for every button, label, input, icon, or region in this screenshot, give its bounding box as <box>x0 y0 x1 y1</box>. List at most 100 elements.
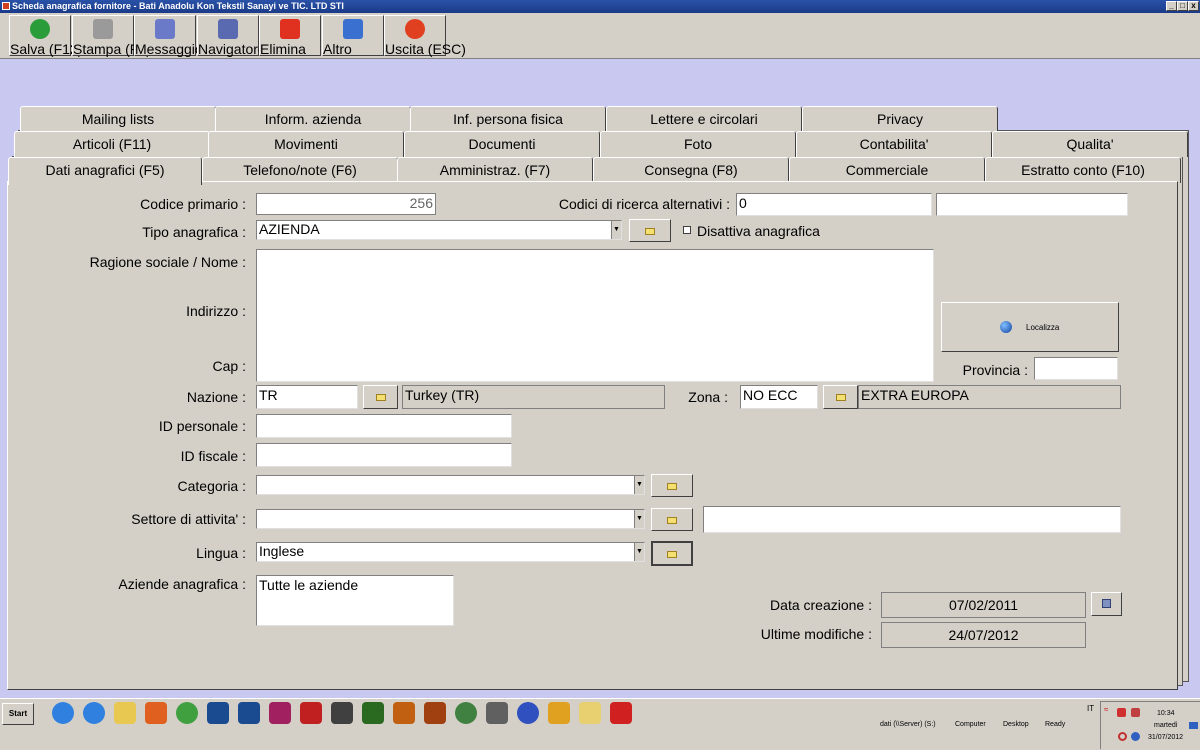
nazione-name-field: Turkey (TR) <box>402 385 665 409</box>
nazione-lookup-button[interactable] <box>363 385 398 409</box>
photo-icon[interactable] <box>486 702 508 724</box>
tab-lettere-e-circolari[interactable]: Lettere e circolari <box>606 106 802 132</box>
provincia-field[interactable] <box>1034 357 1118 380</box>
taskbar-toolbar-2[interactable]: Desktop <box>1003 721 1029 728</box>
bridge-icon[interactable] <box>424 702 446 724</box>
data-creazione-label: Data creazione : <box>770 597 872 613</box>
tab-foto[interactable]: Foto <box>600 131 796 157</box>
tab-contabilita[interactable]: Contabilita' <box>796 131 992 157</box>
tab-amministraz-f7[interactable]: Amministraz. (F7) <box>397 157 593 183</box>
codice-primario-field[interactable]: 256 <box>256 193 436 215</box>
messaggio-button[interactable]: Messaggio <box>134 15 203 57</box>
folder-icon[interactable] <box>114 702 136 724</box>
navigatore-button[interactable]: Navigatore <box>197 15 266 57</box>
taskbar-toolbar-1[interactable]: Computer <box>955 721 986 728</box>
chrome-icon[interactable] <box>176 702 198 724</box>
maximize-button[interactable]: □ <box>1177 1 1188 11</box>
app-icon <box>2 2 10 10</box>
camera-icon[interactable] <box>331 702 353 724</box>
tab-estratto-conto-f10[interactable]: Estratto conto (F10) <box>985 157 1181 183</box>
chevron-down-icon[interactable]: ▼ <box>611 221 621 239</box>
emoji-icon[interactable] <box>548 702 570 724</box>
tab-telefono-note-f6[interactable]: Telefono/note (F6) <box>202 157 398 183</box>
indesign-icon[interactable] <box>269 702 291 724</box>
taskbar-toolbar-0[interactable]: dati (\\Server) (S:) <box>880 721 936 728</box>
settore-description-field[interactable] <box>703 506 1121 533</box>
aziende-anagrafica-label: Aziende anagrafica : <box>118 576 246 592</box>
zona-lookup-button[interactable] <box>823 385 858 409</box>
folder-icon <box>667 550 677 558</box>
aziende-list-item[interactable]: Tutte le aziende <box>259 577 451 593</box>
start-button[interactable]: Start <box>2 703 34 725</box>
tab-inf-persona-fisica[interactable]: Inf. persona fisica <box>410 106 606 132</box>
tipo-anagrafica-lookup-button[interactable] <box>629 219 671 242</box>
id-fiscale-field[interactable] <box>256 443 512 467</box>
tipo-anagrafica-select[interactable]: AZIENDA ▼ <box>256 220 622 240</box>
ragione-sociale-indirizzo-textarea[interactable] <box>256 249 934 382</box>
photoshop-2-icon[interactable] <box>238 702 260 724</box>
ie-2-icon[interactable] <box>83 702 105 724</box>
tab-documenti[interactable]: Documenti <box>404 131 600 157</box>
minimize-button[interactable]: _ <box>1166 1 1177 11</box>
ie-icon[interactable] <box>52 702 74 724</box>
ultime-modifiche-label: Ultime modifiche : <box>760 626 872 642</box>
codici-ricerca-label: Codici di ricerca alternativi : <box>558 196 730 212</box>
settore-lookup-button[interactable] <box>651 508 693 531</box>
tab-qualita[interactable]: Qualita' <box>992 131 1188 157</box>
categoria-lookup-button[interactable] <box>651 474 693 497</box>
lingua-select[interactable]: Inglese ▼ <box>256 542 645 562</box>
codice-alternativo-1-field[interactable]: 0 <box>736 193 932 216</box>
network-icon[interactable] <box>1118 732 1127 741</box>
stampa-button[interactable]: Stampa (F9) <box>72 15 151 57</box>
media-icon[interactable] <box>145 702 167 724</box>
chevron-down-icon[interactable]: ▼ <box>634 476 644 494</box>
categoria-select[interactable]: ▼ <box>256 475 645 495</box>
salva-button[interactable]: Salva (F12) <box>9 15 82 57</box>
taskbar-toolbar-3[interactable]: Ready <box>1045 721 1065 728</box>
localizza-label: Localizza <box>1026 323 1060 332</box>
calendar-icon <box>1102 599 1111 608</box>
dreamweaver-icon[interactable] <box>362 702 384 724</box>
tray-app-2-icon[interactable] <box>1131 708 1140 717</box>
update-icon[interactable] <box>1131 732 1140 741</box>
localizza-button[interactable]: Localizza <box>941 302 1119 352</box>
zona-code-field[interactable]: NO ECC <box>740 385 818 409</box>
tab-privacy[interactable]: Privacy <box>802 106 998 132</box>
aziende-anagrafica-list[interactable]: Tutte le aziende <box>256 575 454 626</box>
tab-consegna-f8[interactable]: Consegna (F8) <box>593 157 789 183</box>
tray-app-icon[interactable] <box>1117 708 1126 717</box>
tab-movimenti[interactable]: Movimenti <box>208 131 404 157</box>
clock-time[interactable]: 10:34 <box>1157 710 1175 717</box>
itunes-icon[interactable] <box>517 702 539 724</box>
close-button[interactable]: x <box>1188 1 1199 11</box>
cap-label: Cap : <box>212 358 246 374</box>
tab-commerciale[interactable]: Commerciale <box>789 157 985 183</box>
tab-inform-azienda[interactable]: Inform. azienda <box>215 106 411 132</box>
date-info-button[interactable] <box>1091 592 1122 616</box>
tab-dati-anagrafici-f5[interactable]: Dati anagrafici (F5) <box>8 157 202 185</box>
codice-alternativo-2-field[interactable] <box>936 193 1128 216</box>
strawberry-icon[interactable] <box>610 702 632 724</box>
tab-mailing-lists[interactable]: Mailing lists <box>20 106 216 132</box>
message-icon <box>155 19 175 39</box>
chevron-down-icon[interactable]: ▼ <box>634 510 644 528</box>
filezilla-icon[interactable] <box>300 702 322 724</box>
tab-articoli-f11[interactable]: Articoli (F11) <box>14 131 210 157</box>
settore-select[interactable]: ▼ <box>256 509 645 529</box>
notes-icon[interactable] <box>579 702 601 724</box>
lingua-lookup-button[interactable] <box>651 541 693 566</box>
photoshop-icon[interactable] <box>207 702 229 724</box>
uscita-button[interactable]: Uscita (ESC) <box>384 15 466 57</box>
language-indicator[interactable]: IT <box>1087 704 1094 713</box>
categoria-label: Categoria : <box>177 478 246 494</box>
altro-button[interactable]: Altro <box>322 15 384 57</box>
illustrator-icon[interactable] <box>393 702 415 724</box>
chevron-down-icon[interactable]: ▼ <box>634 543 644 561</box>
disattiva-checkbox[interactable] <box>683 226 691 234</box>
show-desktop-icon[interactable] <box>1189 722 1198 729</box>
elimina-button[interactable]: Elimina <box>259 15 321 57</box>
id-personale-field[interactable] <box>256 414 512 438</box>
antivirus-icon[interactable]: ≈ <box>1104 705 1112 714</box>
nazione-code-field[interactable]: TR <box>256 385 358 409</box>
browser-icon[interactable] <box>455 702 477 724</box>
